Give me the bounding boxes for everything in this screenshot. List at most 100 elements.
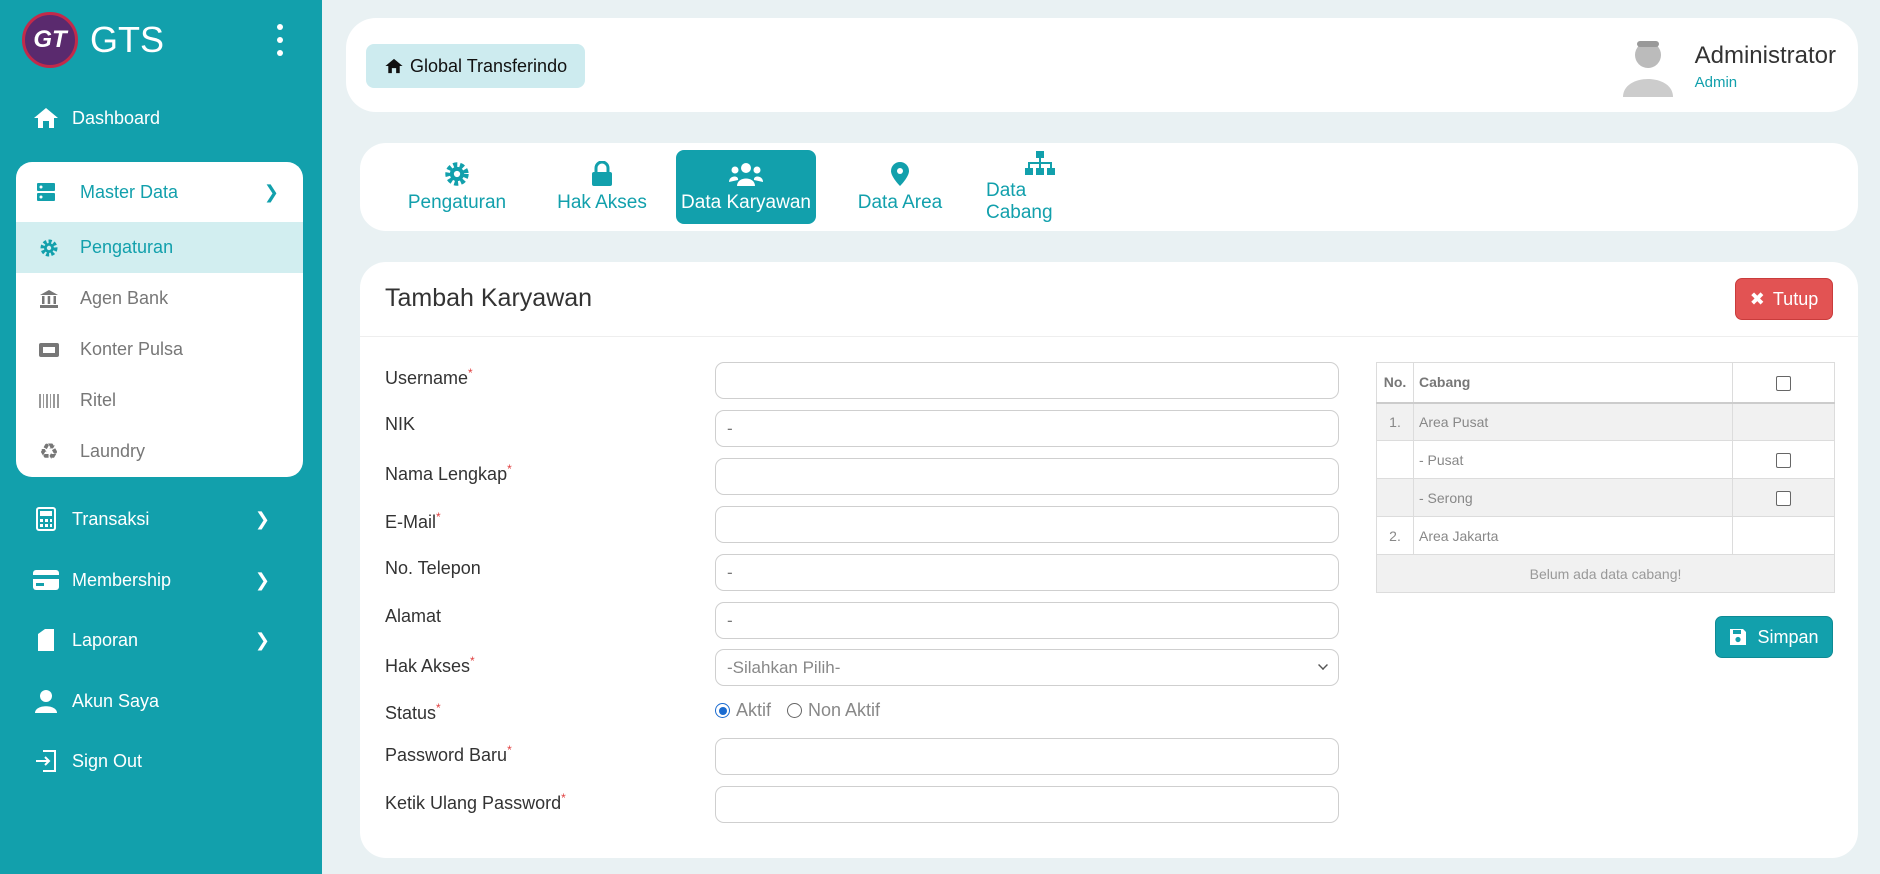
- sidebar-item-label: Dashboard: [72, 107, 161, 128]
- brand-logo: GT: [22, 12, 78, 68]
- sidebar-subitem-pengaturan[interactable]: Pengaturan: [16, 222, 303, 273]
- alamat-input[interactable]: [715, 602, 1339, 639]
- server-icon: [36, 182, 62, 202]
- row-name: Area Pusat: [1413, 402, 1733, 441]
- tab-pengaturan[interactable]: Pengaturan: [402, 150, 512, 224]
- tab-data-cabang[interactable]: Data Cabang: [986, 150, 1094, 224]
- brand-name: GTS: [90, 19, 165, 60]
- user-profile[interactable]: Administrator Admin: [1617, 34, 1836, 98]
- recycle-icon: ♻: [39, 438, 59, 464]
- sitemap-icon: [1024, 150, 1056, 176]
- brand[interactable]: GT GTS: [22, 12, 302, 68]
- row-no: [1376, 440, 1414, 479]
- sidebar-item-label: Master Data: [80, 181, 179, 202]
- sidebar-subitem-agen-bank[interactable]: Agen Bank: [16, 273, 303, 324]
- nik-input[interactable]: [715, 410, 1339, 447]
- row-name: Area Jakarta: [1413, 516, 1733, 555]
- table-row: 2. Area Jakarta: [1376, 516, 1835, 555]
- sidebar-item-label: Sign Out: [72, 750, 143, 771]
- ketik-ulang-password-label: Ketik Ulang Password*: [385, 791, 566, 813]
- tab-label: Pengaturan: [407, 192, 507, 213]
- user-name: Administrator: [1694, 41, 1836, 69]
- map-marker-icon: [890, 160, 910, 188]
- form-title: Tambah Karyawan: [385, 284, 593, 312]
- form-divider: [360, 336, 1858, 337]
- close-icon: ✖: [1749, 288, 1765, 309]
- sidebar-item-dashboard[interactable]: Dashboard: [30, 98, 292, 138]
- status-non-aktif-radio[interactable]: [787, 703, 803, 718]
- hak-akses-select[interactable]: -Silahkan Pilih-: [715, 649, 1339, 686]
- sidebar-subitem-label: Konter Pulsa: [80, 339, 184, 359]
- sidebar-item-laporan[interactable]: Laporan ❯: [30, 620, 292, 660]
- home-icon: [384, 57, 404, 75]
- credit-card-icon: [30, 567, 62, 593]
- chevron-down-icon: [1318, 660, 1328, 670]
- telepon-input[interactable]: [715, 554, 1339, 591]
- password-baru-label: Password Baru*: [385, 743, 512, 765]
- row-checkbox-cell: [1732, 402, 1835, 441]
- gear-icon: [36, 238, 62, 258]
- sidebar-item-sign-out[interactable]: Sign Out: [30, 741, 292, 781]
- kebab-menu-icon[interactable]: [270, 24, 290, 56]
- master-data-submenu: Master Data ❯ Pengaturan Agen Bank Konte…: [16, 162, 303, 477]
- close-button-label: Tutup: [1772, 288, 1819, 309]
- email-input[interactable]: [715, 506, 1339, 543]
- sidebar-item-master-data[interactable]: Master Data ❯: [16, 162, 303, 222]
- save-button[interactable]: Simpan: [1715, 616, 1833, 658]
- tab-label: Data Area: [857, 192, 943, 213]
- column-header-cabang: Cabang: [1413, 362, 1733, 404]
- breadcrumb-label: Global Transferindo: [410, 55, 568, 76]
- table-row: - Pusat: [1376, 440, 1835, 479]
- branch-serong-checkbox[interactable]: [1776, 490, 1791, 506]
- status-radio-group: Aktif Non Aktif: [715, 700, 896, 721]
- sign-out-icon: [30, 748, 62, 774]
- row-checkbox-cell: [1732, 516, 1835, 555]
- sidebar-subitem-ritel[interactable]: Ritel: [16, 375, 303, 426]
- sidebar-item-transaksi[interactable]: Transaksi ❯: [30, 499, 292, 539]
- tab-data-area[interactable]: Data Area: [852, 150, 948, 224]
- status-aktif-option[interactable]: Aktif: [715, 700, 771, 721]
- barcode-icon: [36, 392, 62, 410]
- branch-pusat-checkbox[interactable]: [1776, 452, 1791, 468]
- chevron-right-icon: ❯: [263, 181, 279, 202]
- select-all-checkbox[interactable]: [1776, 375, 1791, 391]
- lock-icon: [590, 160, 614, 188]
- ketik-ulang-password-input[interactable]: [715, 786, 1339, 823]
- tabs-bar: Pengaturan Hak Akses Data Karyawan Data …: [360, 143, 1858, 231]
- password-baru-input[interactable]: [715, 738, 1339, 775]
- row-no: [1376, 478, 1414, 517]
- home-icon: [30, 105, 62, 131]
- column-header-no: No.: [1376, 362, 1414, 404]
- table-header-row: No. Cabang: [1376, 362, 1835, 404]
- bank-icon: [36, 289, 62, 309]
- chevron-right-icon: ❯: [254, 569, 270, 590]
- hak-akses-selected: -Silahkan Pilih-: [727, 657, 841, 677]
- status-aktif-radio[interactable]: [715, 703, 730, 718]
- row-checkbox-cell: [1732, 440, 1835, 479]
- sidebar-subitem-konter-pulsa[interactable]: Konter Pulsa: [16, 324, 303, 375]
- sidebar-item-label: Transaksi: [72, 508, 150, 529]
- status-non-aktif-option[interactable]: Non Aktif: [787, 700, 880, 721]
- sidebar-item-label: Laporan: [72, 629, 139, 650]
- breadcrumb[interactable]: Global Transferindo: [366, 44, 586, 88]
- table-row: 1. Area Pusat: [1376, 402, 1835, 441]
- sidebar-item-membership[interactable]: Membership ❯: [30, 560, 292, 600]
- username-input[interactable]: [715, 362, 1339, 399]
- tab-label: Data Cabang: [986, 180, 1053, 223]
- row-name: - Pusat: [1413, 440, 1733, 479]
- calculator-icon: [30, 506, 62, 532]
- user-role: Admin: [1694, 73, 1738, 91]
- sidebar-item-akun-saya[interactable]: Akun Saya: [30, 681, 292, 721]
- hak-akses-label: Hak Akses*: [385, 654, 475, 676]
- nama-lengkap-input[interactable]: [715, 458, 1339, 495]
- row-name: - Serong: [1413, 478, 1733, 517]
- branch-table: No. Cabang 1. Area Pusat - Pusat - Seron…: [1376, 362, 1835, 593]
- table-row: - Serong: [1376, 478, 1835, 517]
- empty-message-row: Belum ada data cabang!: [1376, 554, 1835, 593]
- save-icon: [1729, 628, 1747, 646]
- close-button[interactable]: ✖ Tutup: [1735, 278, 1833, 320]
- sidebar-subitem-laundry[interactable]: ♻ Laundry: [16, 426, 303, 477]
- tab-data-karyawan[interactable]: Data Karyawan: [676, 150, 816, 224]
- tab-hak-akses[interactable]: Hak Akses: [548, 150, 656, 224]
- sidebar-subitem-label: Pengaturan: [80, 237, 174, 257]
